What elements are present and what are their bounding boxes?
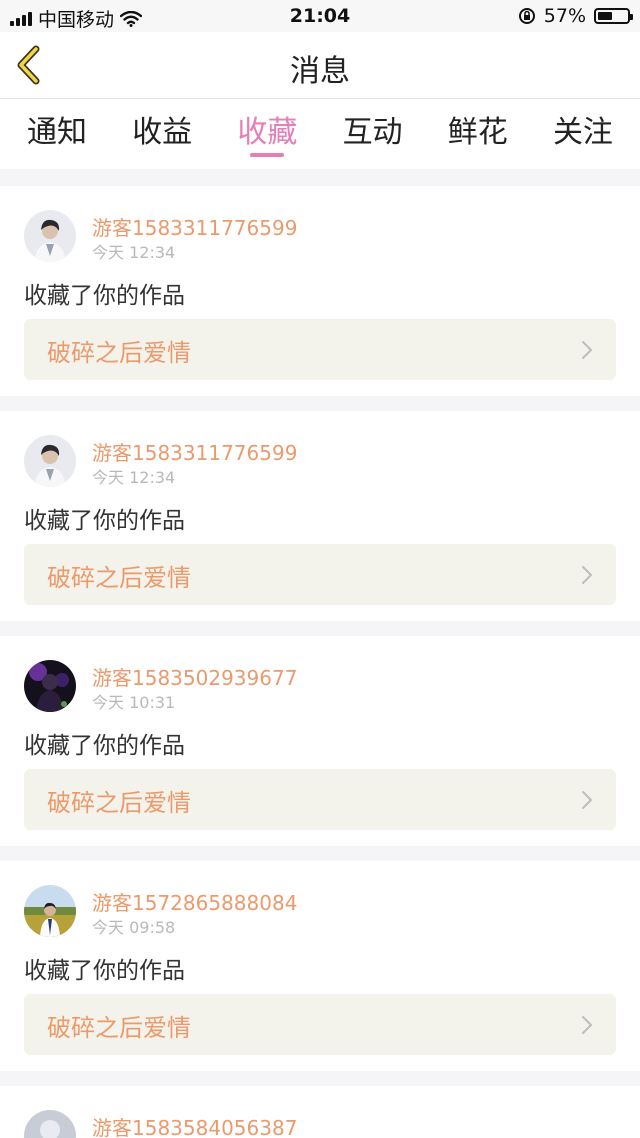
work-link[interactable]: 破碎之后爱情 [24,994,616,1055]
username[interactable]: 游客1583311776599 [92,212,297,241]
tab-notifications[interactable]: 通知 [27,99,87,169]
message-card: 游客1583311776599 今天 12:34 收藏了你的作品 破碎之后爱情 [0,186,640,396]
status-right: 57% [518,5,633,27]
work-title: 破碎之后爱情 [47,1014,191,1042]
action-text: 收藏了你的作品 [24,958,185,984]
message-card: 游客1583584056387 [0,1086,640,1138]
message-card: 游客1572865888084 今天 09:58 收藏了你的作品 破碎之后爱情 [0,861,640,1071]
tab-flowers[interactable]: 鲜花 [448,99,508,169]
work-title: 破碎之后爱情 [47,564,191,592]
rotation-lock-icon [518,8,535,24]
battery-icon [594,8,633,24]
page-title: 消息 [290,54,350,89]
avatar[interactable] [24,210,76,262]
timestamp: 今天 09:58 [92,918,176,937]
chevron-right-icon [582,341,592,359]
work-link[interactable]: 破碎之后爱情 [24,544,616,605]
chevron-right-icon [582,566,592,584]
timestamp: 今天 12:34 [92,243,176,262]
message-card: 游客1583502939677 今天 10:31 收藏了你的作品 破碎之后爱情 [0,636,640,846]
username[interactable]: 游客1572865888084 [92,887,297,916]
tab-earnings[interactable]: 收益 [132,99,192,169]
nav-bar: 消息 [0,32,640,99]
username[interactable]: 游客1583584056387 [92,1112,297,1138]
avatar[interactable] [24,885,76,937]
avatar[interactable] [24,435,76,487]
chevron-right-icon [582,1016,592,1034]
work-link[interactable]: 破碎之后爱情 [24,769,616,830]
action-text: 收藏了你的作品 [24,283,185,309]
tab-follows[interactable]: 关注 [553,99,613,169]
timestamp: 今天 12:34 [92,468,176,487]
tab-bar: 通知 收益 收藏 互动 鲜花 关注 [0,99,640,169]
tab-interactions[interactable]: 互动 [343,99,403,169]
battery-percent: 57% [543,5,586,27]
username[interactable]: 游客1583311776599 [92,437,297,466]
username[interactable]: 游客1583502939677 [92,662,297,691]
action-text: 收藏了你的作品 [24,508,185,534]
work-link[interactable]: 破碎之后爱情 [24,319,616,380]
avatar[interactable] [24,1110,76,1138]
status-bar: 中国移动 21:04 57% [0,0,640,32]
avatar[interactable] [24,660,76,712]
timestamp: 今天 10:31 [92,693,176,712]
message-card: 游客1583311776599 今天 12:34 收藏了你的作品 破碎之后爱情 [0,411,640,621]
work-title: 破碎之后爱情 [47,789,191,817]
chevron-right-icon [582,791,592,809]
work-title: 破碎之后爱情 [47,339,191,367]
action-text: 收藏了你的作品 [24,733,185,759]
tab-favorites[interactable]: 收藏 [237,99,297,169]
